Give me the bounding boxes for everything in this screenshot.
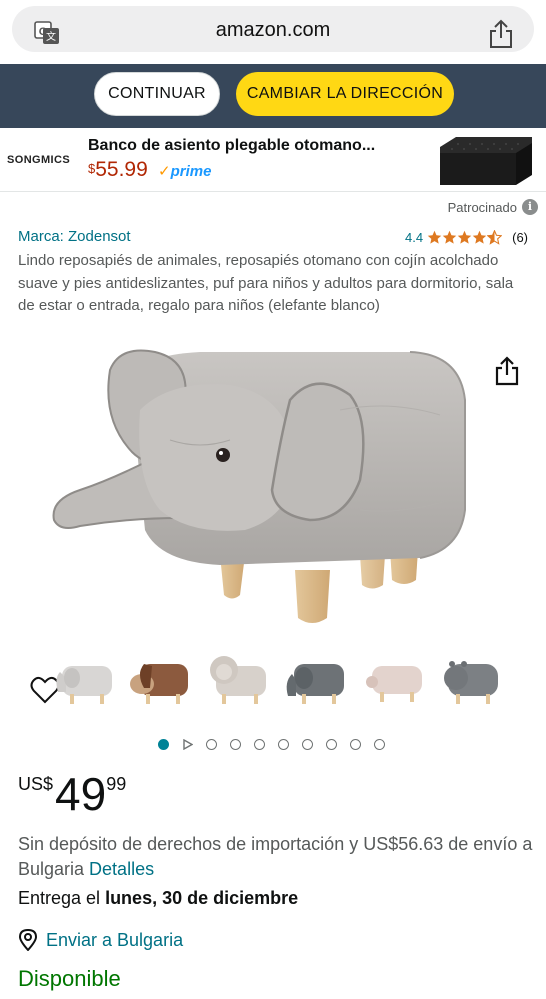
rating-summary[interactable]: 4.4 (6) bbox=[405, 230, 528, 245]
delivery-date: Entrega el lunes, 30 de diciembre bbox=[18, 888, 298, 909]
ad-price-currency: $ bbox=[88, 161, 96, 176]
ad-brand-logo: SONGMICS bbox=[7, 154, 71, 166]
pagination-dot[interactable] bbox=[206, 739, 217, 750]
image-pagination bbox=[158, 739, 385, 750]
pagination-dot[interactable] bbox=[302, 739, 313, 750]
price: US$ 49 99 bbox=[18, 766, 126, 822]
thumbnail-elephant-gray[interactable] bbox=[282, 648, 348, 714]
brand-link[interactable]: Marca: Zodensot bbox=[18, 228, 131, 245]
delivery-prefix: Entrega el bbox=[18, 888, 106, 908]
price-currency: US$ bbox=[18, 774, 54, 794]
star-icon bbox=[442, 230, 457, 244]
share-icon[interactable] bbox=[494, 356, 520, 386]
pagination-dot[interactable] bbox=[374, 739, 385, 750]
star-icon bbox=[457, 230, 472, 244]
info-icon[interactable]: i bbox=[522, 199, 538, 215]
import-shipping-note: Sin depósito de derechos de importación … bbox=[18, 832, 533, 882]
rating-count: (6) bbox=[512, 230, 528, 245]
thumbnail-hippo-gray[interactable] bbox=[438, 648, 504, 714]
video-play-icon[interactable] bbox=[182, 739, 193, 750]
pagination-dot[interactable] bbox=[326, 739, 337, 750]
star-half-icon bbox=[487, 230, 503, 245]
pagination-dot[interactable] bbox=[350, 739, 361, 750]
thumbnail-lion-beige[interactable] bbox=[204, 648, 270, 714]
prime-label: prime bbox=[170, 163, 212, 180]
browser-bar: G 文 amazon.com bbox=[0, 0, 546, 64]
details-link[interactable]: Detalles bbox=[89, 859, 154, 879]
ship-to-link[interactable]: Enviar a Bulgaria bbox=[18, 929, 183, 951]
thumbnail-pig-pink[interactable] bbox=[360, 648, 426, 714]
star-rating bbox=[427, 230, 503, 245]
ad-price: $55.99 bbox=[88, 158, 148, 182]
ad-product-image[interactable] bbox=[436, 135, 536, 187]
star-icon bbox=[472, 230, 487, 244]
rating-value: 4.4 bbox=[405, 230, 424, 245]
sponsored-label[interactable]: Patrocinado i bbox=[448, 199, 538, 215]
ad-price-amount: 55.99 bbox=[95, 158, 148, 181]
location-pin-icon bbox=[18, 929, 38, 951]
pagination-dot[interactable] bbox=[278, 739, 289, 750]
thumbnail-elephant-white[interactable] bbox=[52, 648, 118, 714]
product-title: Lindo reposapiés de animales, reposapiés… bbox=[18, 252, 514, 314]
share-icon[interactable] bbox=[488, 19, 514, 49]
price-whole: 49 bbox=[55, 768, 107, 820]
address-bar[interactable]: G 文 amazon.com bbox=[12, 6, 534, 52]
url-text: amazon.com bbox=[215, 19, 331, 41]
availability-status: Disponible bbox=[18, 966, 121, 991]
delivery-date-value: lunes, 30 de diciembre bbox=[105, 888, 299, 908]
continue-button[interactable]: CONTINUAR bbox=[94, 72, 220, 116]
pagination-dot[interactable] bbox=[254, 739, 265, 750]
change-address-button[interactable]: CAMBIAR LA DIRECCIÓN bbox=[236, 72, 454, 116]
star-icon bbox=[427, 230, 442, 244]
ship-to-text: Enviar a Bulgaria bbox=[46, 929, 184, 950]
main-product-image[interactable] bbox=[40, 340, 480, 630]
prime-badge: ✓prime bbox=[158, 162, 211, 180]
thumbnail-dog-brown[interactable] bbox=[126, 648, 192, 714]
pagination-dot-active[interactable] bbox=[158, 739, 169, 750]
ad-title[interactable]: Banco de asiento plegable otomano... bbox=[88, 137, 375, 155]
prime-check-icon: ✓ bbox=[158, 163, 171, 180]
pagination-dot[interactable] bbox=[230, 739, 241, 750]
price-fraction: 99 bbox=[106, 774, 127, 794]
sponsored-text: Patrocinado bbox=[447, 199, 517, 215]
